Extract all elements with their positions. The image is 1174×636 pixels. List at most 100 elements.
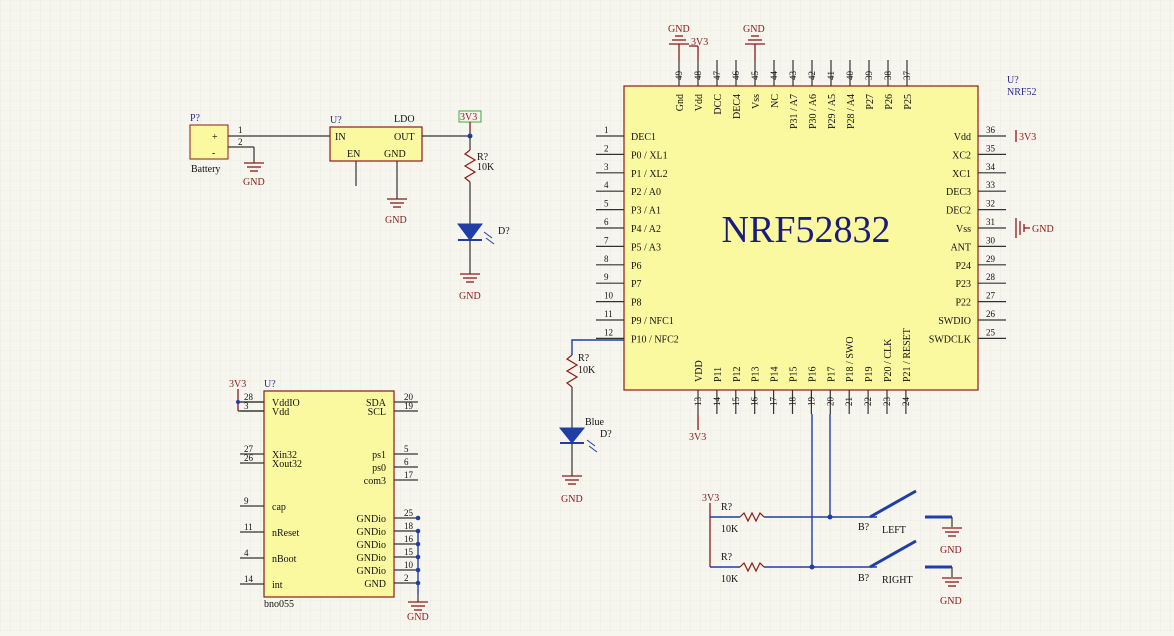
button-r2-designator: R? (721, 552, 733, 563)
nrf-left-pin-number: 5 (604, 199, 609, 209)
ldo-pin-in: IN (335, 132, 346, 143)
nrf-top-pin-name: Vdd (694, 94, 705, 111)
nrf-designator: U? (1007, 75, 1019, 86)
nrf-bottom-pin-number: 19 (806, 397, 816, 407)
nrf-right-pin-number: 35 (986, 143, 996, 153)
nrf-right-pin-number: 27 (986, 291, 996, 301)
nrf-right-pin-name: P24 (955, 261, 971, 272)
nrf-right-pin-number: 28 (986, 272, 996, 282)
nrf-bottom-pin-name: P18 / SWO (845, 336, 856, 382)
nrf-left-pin-number: 2 (604, 143, 609, 153)
nrf-left-pin-number: 4 (604, 180, 609, 190)
nrf52832-chip[interactable]: NRF52832 U? NRF52 1 DEC1 2 P0 / XL1 3 P1 / XL… (596, 60, 1036, 414)
nrf-top-pin-name: DCC (713, 94, 724, 115)
bno-left-pin-name: Xout32 (272, 459, 302, 470)
ldo-pin-out: OUT (394, 132, 415, 143)
nrf-right-pin-name: SWDCLK (929, 334, 972, 345)
nrf-bottom-pin-name: P17 (826, 366, 837, 382)
ldo-designator: U? (330, 115, 342, 126)
bno-right-pin-name: GNDio (357, 527, 386, 538)
nrf-bottom-pin-number: 21 (844, 397, 854, 406)
nrf-top-pin-name: P27 (865, 94, 876, 110)
nrf-bottom-3v3: 3V3 (689, 432, 706, 443)
bno-right-pin-number: 17 (404, 470, 414, 480)
nrf-left-pin-number: 3 (604, 162, 609, 172)
bno-right-pin-name: ps1 (372, 450, 386, 461)
bno-gnd-junction (415, 515, 421, 521)
nrf-bottom-pin-name: P12 (732, 366, 743, 382)
nrf-comment: NRF52 (1007, 87, 1036, 98)
bno-right-pin-number: 5 (404, 444, 409, 454)
nrf-left-pin-name: P0 / XL1 (631, 150, 668, 161)
nrf-bottom-pin-name: P11 (713, 367, 724, 382)
nrf-left-pin-name: P2 / A0 (631, 187, 661, 198)
nrf-left-pin-name: DEC1 (631, 132, 656, 143)
nrf-bottom-pin-number: 22 (863, 397, 873, 406)
bno-left-pin-number: 4 (244, 548, 249, 558)
nrf-bottom-pin-number: 17 (769, 397, 779, 407)
nrf-left-pin-name: P7 (631, 279, 642, 290)
blue-led-resistor-value: 10K (578, 365, 596, 376)
button-left-designator: B? (858, 522, 870, 533)
nrf-bottom-pin-name: P16 (807, 366, 818, 382)
bno-right-pin-number: 18 (404, 521, 414, 531)
nrf-top-gnd2: GND (743, 24, 765, 35)
nrf-right-pin-number: 32 (986, 199, 995, 209)
nrf-top-pin-name: P28 / A4 (846, 94, 857, 129)
ldo-pin-en: EN (347, 149, 360, 160)
nrf-top-pin-name: P29 / A5 (827, 94, 838, 129)
bno-left-pin-number: 11 (244, 522, 253, 532)
nrf-left-pin-number: 1 (604, 125, 609, 135)
bno-gnd-label: GND (407, 612, 429, 623)
bno-right-pin-number: 6 (404, 457, 409, 467)
button-right-label: RIGHT (882, 575, 913, 586)
bno-right-pin-name: ps0 (372, 463, 386, 474)
nrf-right-pin-name: DEC3 (946, 187, 971, 198)
nrf-right-pin-name: SWDIO (938, 316, 971, 327)
bno-left-pin-name: nReset (272, 528, 299, 539)
nrf-right-pin-number: 26 (986, 309, 996, 319)
nrf-left-pin-name: P3 / A1 (631, 206, 661, 217)
nrf-top-pin-name: NC (770, 94, 781, 108)
battery-pin1: 1 (238, 125, 243, 135)
battery-designator: P? (190, 113, 201, 124)
nrf-bottom-pin-name: P19 (864, 366, 875, 382)
nrf-right-pin-number: 30 (986, 235, 996, 245)
nrf-left-pin-number: 7 (604, 235, 609, 245)
button-r1-designator: R? (721, 502, 733, 513)
battery-minus: - (212, 148, 215, 159)
bno-left-pin-number: 3 (244, 401, 249, 411)
bno-right-pin-number: 25 (404, 508, 414, 518)
nrf-bottom-pin-name: P15 (789, 366, 800, 382)
nrf-left-pin-number: 11 (604, 309, 613, 319)
bno-right-pin-name: GNDio (357, 553, 386, 564)
nrf-right-pin-name: ANT (950, 242, 971, 253)
nrf-left-pin-number: 12 (604, 327, 613, 337)
power-led-gnd-label: GND (459, 291, 481, 302)
nrf-right-pin-name: XC1 (952, 169, 971, 180)
nrf-top-pin-name: P26 (884, 94, 895, 110)
bno-right-pin-number: 10 (404, 560, 414, 570)
button-left-gnd: GND (940, 545, 962, 556)
bno-right-pin-name: GNDio (357, 514, 386, 525)
bno-right-pin-name: com3 (364, 476, 386, 487)
nrf-top-pin-number: 43 (788, 71, 798, 81)
ldo-pin-gnd: GND (384, 149, 406, 160)
nrf-left-pin-name: P8 (631, 298, 642, 309)
blue-led-color: Blue (585, 417, 604, 428)
nrf-left-pin-name: P6 (631, 261, 642, 272)
nrf-right-pin-name: DEC2 (946, 206, 971, 217)
bno-left-pin-name: cap (272, 502, 286, 513)
nrf-title: NRF52832 (722, 209, 891, 251)
nrf-right-pin-number: 25 (986, 327, 996, 337)
bno-left-pin-number: 14 (244, 574, 254, 584)
bno-right-pin-number: 19 (404, 401, 414, 411)
bno-left-pin-name: nBoot (272, 554, 297, 565)
nrf-right-3v3: 3V3 (1019, 132, 1036, 143)
buttons-rail: 3V3 (702, 493, 719, 504)
nrf-top-3v3: 3V3 (691, 37, 708, 48)
nrf-right-pin-number: 36 (986, 125, 996, 135)
schematic-sheet: P? + - 1 2 Battery GND U? LDO IN OUT EN … (0, 0, 1174, 631)
nrf-top-pin-name: DEC4 (732, 94, 743, 119)
ldo-comment: LDO (394, 114, 415, 125)
